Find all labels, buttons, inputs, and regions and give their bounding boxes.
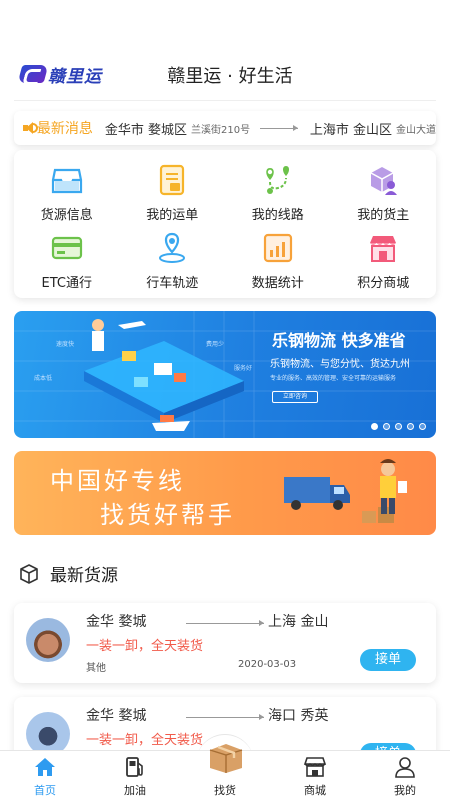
carousel-dot[interactable] [419,423,426,430]
nav-label: 找货 [214,784,236,797]
route-arrow-icon [186,620,264,626]
speaker-icon [22,120,38,136]
carousel-dot[interactable] [383,423,390,430]
grid-label: 行车轨迹 [146,276,199,291]
banner-title: 乐钢物流 快多准省 [272,331,406,350]
grid-item-driving-track[interactable]: 行车轨迹 [120,226,226,294]
grid-label: 积分商城 [357,276,410,291]
cargo-destination: 海口 秀英 [268,708,329,724]
shipper-icon [365,162,401,198]
route-icon [260,162,296,198]
cargo-date: 2020-03-03 [238,659,297,670]
cargo-destination: 上海 金山 [268,614,329,630]
home-icon [35,758,55,776]
accept-order-button[interactable]: 接单 [360,649,416,671]
banner-tag: 成本低 [34,375,53,382]
promo-banner-logistics[interactable]: 速度快 费用少 成本低 服务好 乐钢物流 快多准省 乐钢物流、与您分忧、货达九州… [14,311,436,438]
news-label: 最新消息 [36,121,93,137]
grid-label: 货源信息 [40,208,93,223]
banner-subtitle: 乐钢物流、与您分忧、货达九州 [270,359,410,370]
consult-button[interactable]: 立即咨询 [272,391,318,403]
function-grid: 货源信息 我的运单 我的线路 我的货主 ETC通行 行车轨迹 数据统计 积分商城 [14,150,436,298]
waybill-icon [154,162,190,198]
news-ticker[interactable]: 最新消息 金华市 婺城区 兰溪街210号 上海市 金山区 金山大道 [14,111,436,145]
tab-mine[interactable]: 我的 [360,751,450,800]
carousel-dot[interactable] [407,423,414,430]
cargo-origin: 金华 婺城 [86,708,147,724]
cargo-description: 一装一卸，全天装货 [86,733,204,748]
grid-item-cargo-info[interactable]: 货源信息 [14,158,120,226]
cargo-card[interactable]: 金华 婺城 上海 金山 一装一卸，全天装货 其他 2020-03-03 接单 [14,603,436,683]
cargo-description: 一装一卸，全天装货 [86,639,204,654]
etc-card-icon [49,230,85,266]
tab-shop[interactable]: 商城 [270,751,360,800]
grid-item-etc-pass[interactable]: ETC通行 [14,226,120,294]
delivery-truck-illustration [284,459,407,523]
store-icon [365,230,401,266]
cargo-box-icon[interactable] [207,742,245,774]
bar-chart-icon [260,230,296,266]
grid-label: 我的线路 [251,208,304,223]
section-header-latest-cargo: 最新货源 [18,561,118,586]
promo-banner-freight[interactable]: 中国好专线 找货好帮手 [14,451,436,535]
section-title: 最新货源 [50,566,118,586]
user-icon [395,757,415,778]
carousel-dots [371,423,426,430]
shop-icon [303,757,327,777]
nav-label: 加油 [124,784,146,797]
grid-item-my-shippers[interactable]: 我的货主 [331,158,437,226]
fuel-icon [126,757,143,777]
banner-tag: 速度快 [56,341,75,348]
nav-label: 首页 [34,784,56,797]
inbox-icon [49,162,85,198]
banner-tag: 费用少 [206,341,225,348]
nav-label: 我的 [394,784,416,797]
news-destination: 上海市 金山区 [309,122,392,138]
tab-home[interactable]: 首页 [0,751,90,800]
page-title: 赣里运 · 好生活 [167,66,293,87]
banner-fine-print: 专业的服务、高效的管理、安全可靠的运输服务 [270,375,397,382]
route-arrow-icon [260,124,298,131]
grid-label: 我的运单 [146,208,199,223]
news-destination-street: 金山大道 [396,124,436,136]
cargo-category: 其他 [86,663,106,674]
header-divider [14,100,436,101]
news-origin-street: 兰溪街210号 [191,124,251,136]
grid-item-my-routes[interactable]: 我的线路 [225,158,331,226]
grid-label: 数据统计 [251,276,304,291]
banner-tag: 服务好 [234,365,253,372]
grid-label: 我的货主 [357,208,410,223]
grid-item-my-waybill[interactable]: 我的运单 [120,158,226,226]
avatar [26,618,70,662]
banner2-line2: 找货好帮手 [100,501,235,529]
tab-fuel[interactable]: 加油 [90,751,180,800]
grid-item-points-mall[interactable]: 积分商城 [331,226,437,294]
carousel-dot[interactable] [371,423,378,430]
grid-item-data-stats[interactable]: 数据统计 [225,226,331,294]
app-header: 赣里运 赣里运 · 好生活 [0,50,450,98]
route-arrow-icon [186,714,264,720]
carousel-dot[interactable] [395,423,402,430]
nav-label: 商城 [304,784,326,797]
location-pin-icon [154,230,190,266]
news-origin: 金华市 婺城区 [104,122,188,138]
cargo-origin: 金华 婺城 [86,614,147,630]
cube-icon [20,563,38,584]
banner2-line1: 中国好专线 [50,467,185,495]
grid-label: ETC通行 [41,276,92,291]
